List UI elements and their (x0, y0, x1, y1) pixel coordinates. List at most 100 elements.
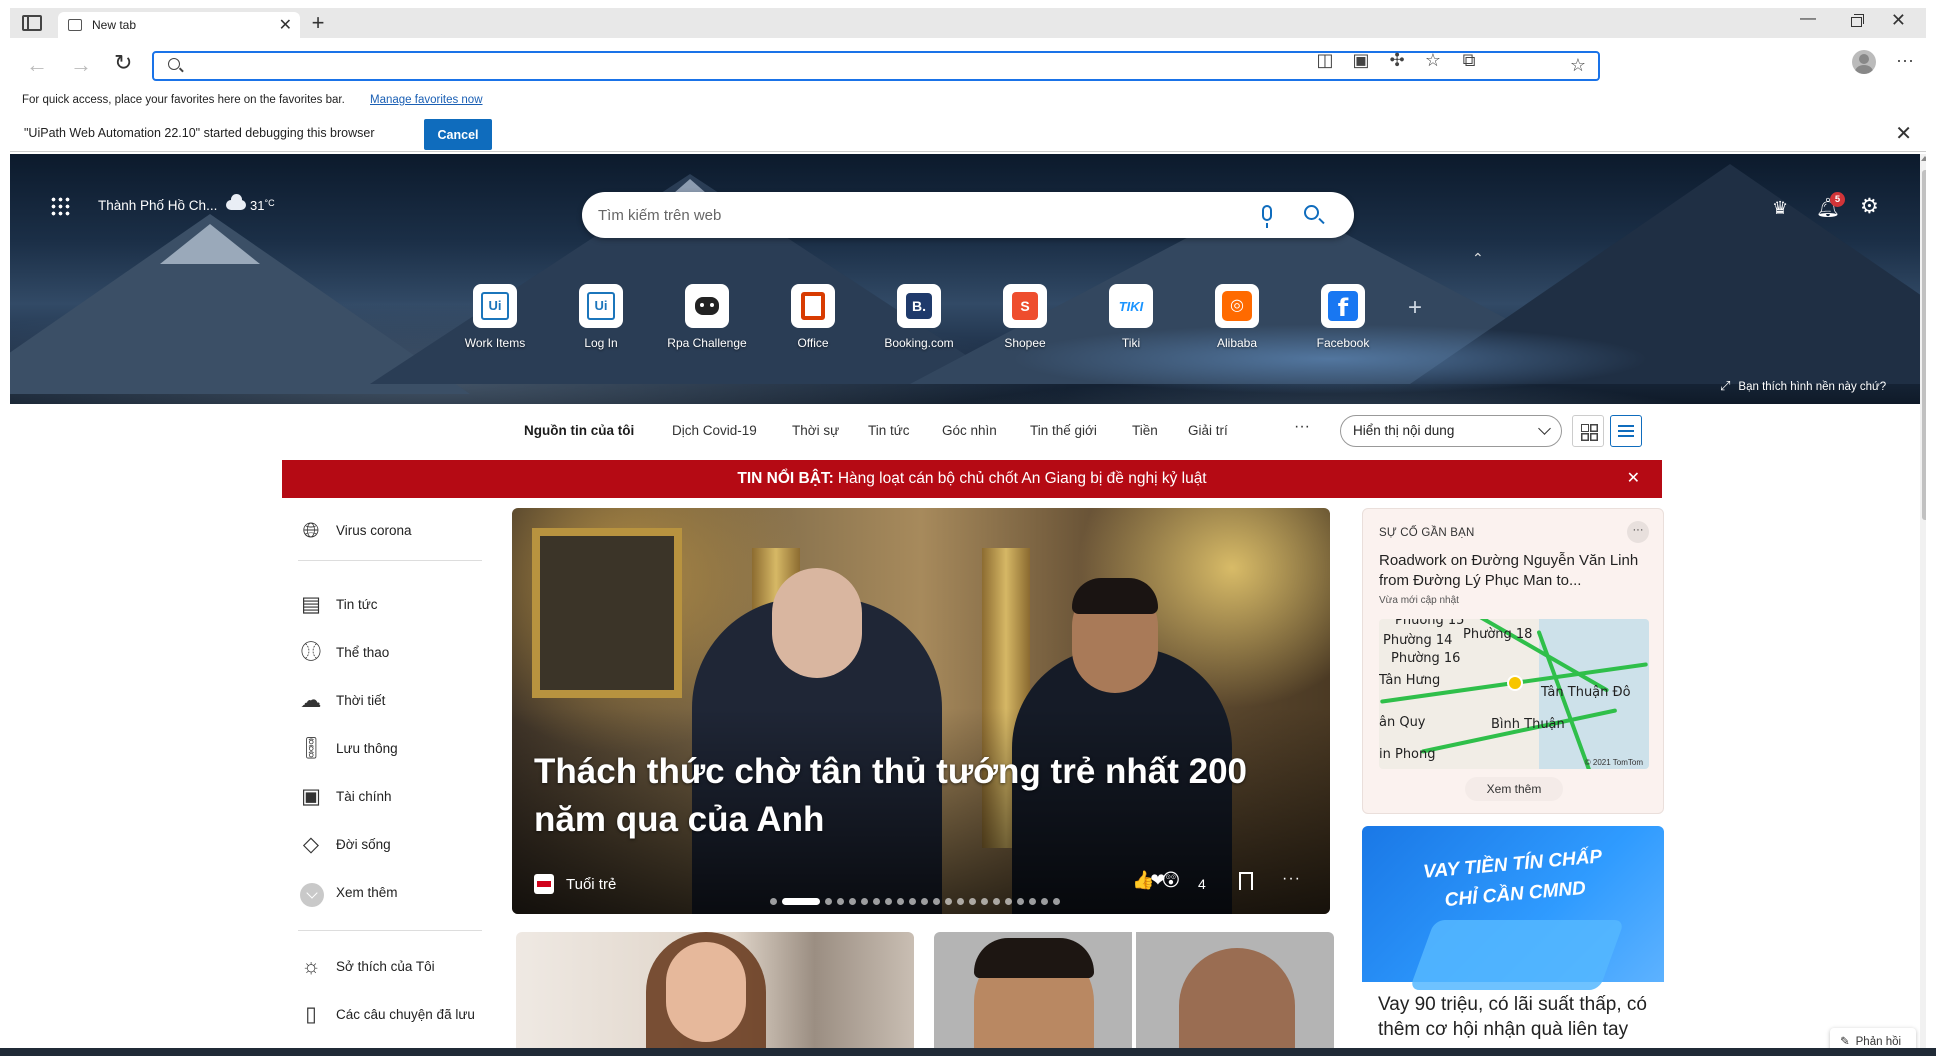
manage-favorites-link[interactable]: Manage favorites now (370, 94, 483, 106)
quick-link-tiki[interactable]: TIKI Tiki (1086, 284, 1176, 350)
address-bar[interactable]: ☆ (152, 51, 1600, 81)
story-card[interactable] (934, 932, 1334, 1056)
quick-link-work-items[interactable]: Ui Work Items (450, 284, 540, 350)
slide-dot[interactable] (1029, 898, 1036, 905)
ad-card[interactable]: VAY TIỀN TÍN CHẤP CHỈ CẦN CMND Vay 90 tri… (1362, 826, 1664, 1056)
web-search-box[interactable] (582, 192, 1354, 238)
slide-dot[interactable] (873, 898, 880, 905)
see-more-button[interactable]: Xem thêm (1465, 777, 1563, 801)
collections-icon[interactable]: ⧉ (1456, 50, 1482, 71)
slide-dot[interactable] (1005, 898, 1012, 905)
sidebar-item-weather[interactable]: ☁︎ Thời tiết (282, 678, 482, 718)
wallpaper-feedback-link[interactable]: ⤢ Bạn thích hình nền này chứ? (1720, 378, 1886, 394)
chevron-up-icon[interactable]: ⌃ (1472, 250, 1484, 267)
ad-title[interactable]: Vay 90 triệu, có lãi suất thấp, có thêm … (1378, 992, 1658, 1042)
quick-link-office[interactable]: Office (768, 284, 858, 350)
breaking-news-banner[interactable]: TIN NỔI BẬT: Hàng loạt cán bộ chủ chốt An… (282, 460, 1662, 498)
app-launcher-icon[interactable] (50, 196, 70, 216)
nav-tin-tuc[interactable]: Tin tức (868, 423, 910, 438)
nav-my-feed[interactable]: Nguồn tin của tôi (524, 423, 634, 438)
nav-entertainment[interactable]: Giải trí (1188, 423, 1228, 438)
restore-button[interactable] (1851, 14, 1864, 27)
nav-news[interactable]: Thời sự (792, 423, 839, 438)
nav-more-icon[interactable]: ··· (1294, 418, 1310, 436)
quick-link-log-in[interactable]: Ui Log In (556, 284, 646, 350)
nav-world[interactable]: Tin thế giới (1030, 423, 1097, 438)
page-scrollbar[interactable] (1920, 154, 1926, 1056)
new-tab-button[interactable]: + (306, 10, 330, 36)
tab-new-tab[interactable]: New tab ✕ (58, 12, 300, 38)
slide-dot[interactable] (782, 898, 820, 905)
bookmark-icon[interactable] (1239, 872, 1253, 890)
slide-dot[interactable] (1017, 898, 1024, 905)
close-window-button[interactable]: ✕ (1891, 10, 1906, 31)
slide-dot[interactable] (837, 898, 844, 905)
sidebar-item-news[interactable]: ▤ Tin tức (282, 582, 482, 622)
slide-dot[interactable] (993, 898, 1000, 905)
scroll-thumb[interactable] (1922, 170, 1926, 520)
slide-dot[interactable] (861, 898, 868, 905)
capture-icon[interactable]: ▣ (1348, 50, 1374, 71)
slide-dot[interactable] (933, 898, 940, 905)
nearby-title[interactable]: Roadwork on Đường Nguyễn Văn Linh from Đ… (1379, 551, 1653, 591)
slide-dot[interactable] (945, 898, 952, 905)
sidebar-item-corona[interactable]: 🌐︎ Virus corona (282, 508, 482, 548)
gear-icon[interactable]: ⚙ (1860, 194, 1879, 219)
sidebar-item-lifestyle[interactable]: ◇ Đời sống (282, 822, 482, 862)
hero-story-card[interactable]: Thách thức chờ tân thủ tướng trẻ nhất 20… (512, 508, 1330, 914)
reading-list-icon[interactable]: ◫ (1312, 50, 1338, 71)
reload-button[interactable]: ↻ (114, 50, 132, 76)
list-layout-icon[interactable] (1610, 415, 1642, 447)
nearby-incidents-card[interactable]: SỰ CỐ GẦN BẠN ··· Roadwork on Đường Nguy… (1362, 508, 1664, 814)
sidebar-item-interests[interactable]: ☼ Sở thích của Tôi (282, 944, 482, 984)
close-tab-icon[interactable]: ✕ (279, 15, 292, 35)
slide-dot[interactable] (1053, 898, 1060, 905)
story-card[interactable] (516, 932, 914, 1056)
traffic-map[interactable]: Phường 15 Phường 14 Phường 18 Phường 16 … (1379, 619, 1649, 769)
sidebar-item-see-more[interactable]: Xem thêm (282, 870, 482, 910)
display-content-select[interactable]: Hiển thị nội dung (1340, 415, 1562, 447)
minimize-button[interactable]: — (1800, 10, 1816, 28)
forward-button[interactable]: → (70, 52, 92, 78)
rewards-trophy-icon[interactable]: ♛ (1772, 198, 1788, 219)
reactions-icon[interactable]: 👍❤😲 (1132, 870, 1180, 891)
favorites-icon[interactable]: ☆ (1420, 50, 1446, 71)
settings-more-icon[interactable]: ··· (1892, 50, 1918, 71)
sidebar-item-saved[interactable]: ▯ Các câu chuyện đã lưu (282, 992, 482, 1032)
sidebar-item-finance[interactable]: ▣ Tài chính (282, 774, 482, 814)
nav-opinion[interactable]: Góc nhìn (942, 423, 997, 438)
cancel-debug-button[interactable]: Cancel (424, 119, 492, 150)
grid-layout-icon[interactable] (1572, 415, 1604, 447)
source-name[interactable]: Tuổi trẻ (566, 876, 616, 893)
slide-dot[interactable] (921, 898, 928, 905)
weather-location[interactable]: Thành Phố Hồ Ch... (98, 198, 217, 213)
slide-dot[interactable] (849, 898, 856, 905)
nav-covid[interactable]: Dịch Covid-19 (672, 423, 757, 438)
slide-dot[interactable] (981, 898, 988, 905)
search-icon[interactable] (1304, 205, 1319, 220)
quick-link-shopee[interactable]: S Shopee (980, 284, 1070, 350)
hero-story-title[interactable]: Thách thức chờ tân thủ tướng trẻ nhất 20… (534, 748, 1294, 844)
quick-link-rpa-challenge[interactable]: Rpa Challenge (662, 284, 752, 350)
slide-dot[interactable] (885, 898, 892, 905)
close-icon[interactable]: ✕ (1627, 468, 1640, 488)
slide-dot[interactable] (1041, 898, 1048, 905)
microphone-icon[interactable] (1262, 205, 1272, 228)
web-search-input[interactable] (598, 204, 1238, 226)
extensions-icon[interactable]: ✣ (1384, 50, 1410, 71)
more-options-icon[interactable]: ··· (1627, 521, 1649, 543)
sidebar-item-sports[interactable]: ⚾︎ Thể thao (282, 630, 482, 670)
slide-dot[interactable] (969, 898, 976, 905)
weather-temperature[interactable]: 31°C (250, 198, 275, 213)
profile-avatar[interactable] (1852, 50, 1876, 74)
quick-link-facebook[interactable]: f Facebook (1298, 284, 1388, 350)
scroll-up-icon[interactable] (1921, 156, 1926, 161)
more-options-icon[interactable]: ··· (1282, 870, 1301, 888)
nav-money[interactable]: Tiền (1132, 423, 1158, 438)
quick-link-booking[interactable]: B. Booking.com (874, 284, 964, 350)
back-button[interactable]: ← (26, 52, 48, 78)
slide-dot[interactable] (825, 898, 832, 905)
slide-dot[interactable] (957, 898, 964, 905)
add-quick-link-icon[interactable]: + (1408, 294, 1422, 322)
tab-actions-icon[interactable] (22, 15, 42, 31)
